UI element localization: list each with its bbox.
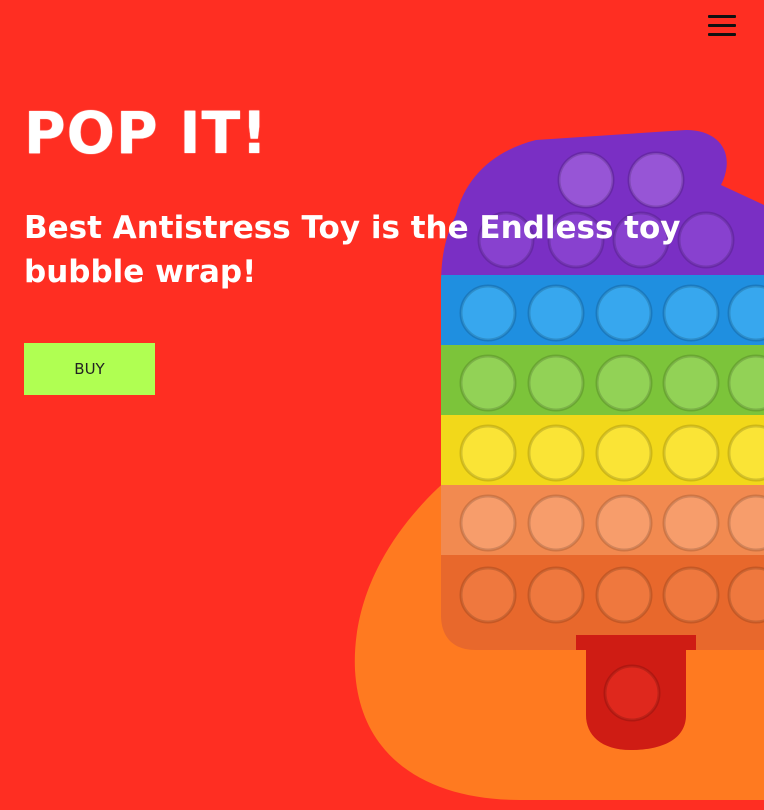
toy-bubble <box>527 284 585 342</box>
toy-bubble <box>557 151 615 209</box>
toy-bubble <box>527 354 585 412</box>
logo-pop-it: POP IT! <box>24 99 269 167</box>
toy-bubble <box>459 566 517 624</box>
toy-bubble <box>527 494 585 552</box>
toy-bubble <box>459 494 517 552</box>
buy-button[interactable]: BUY <box>24 343 155 395</box>
toy-bubble <box>603 664 661 722</box>
toy-bubble <box>459 354 517 412</box>
toy-bubble <box>662 354 720 412</box>
toy-bubble <box>527 424 585 482</box>
toy-bubble <box>662 494 720 552</box>
hero-headline: Best Antistress Toy is the Endless toy b… <box>24 210 681 290</box>
toy-bubble <box>595 494 653 552</box>
toy-bubble <box>595 566 653 624</box>
toy-bubble <box>662 424 720 482</box>
toy-bubble <box>595 354 653 412</box>
toy-bubble <box>627 151 685 209</box>
toy-bubble <box>595 284 653 342</box>
toy-bubble <box>459 424 517 482</box>
toy-bubble <box>595 424 653 482</box>
toy-bubble <box>459 284 517 342</box>
toy-bubble <box>662 284 720 342</box>
toy-bubble <box>527 566 585 624</box>
toy-bubble <box>662 566 720 624</box>
